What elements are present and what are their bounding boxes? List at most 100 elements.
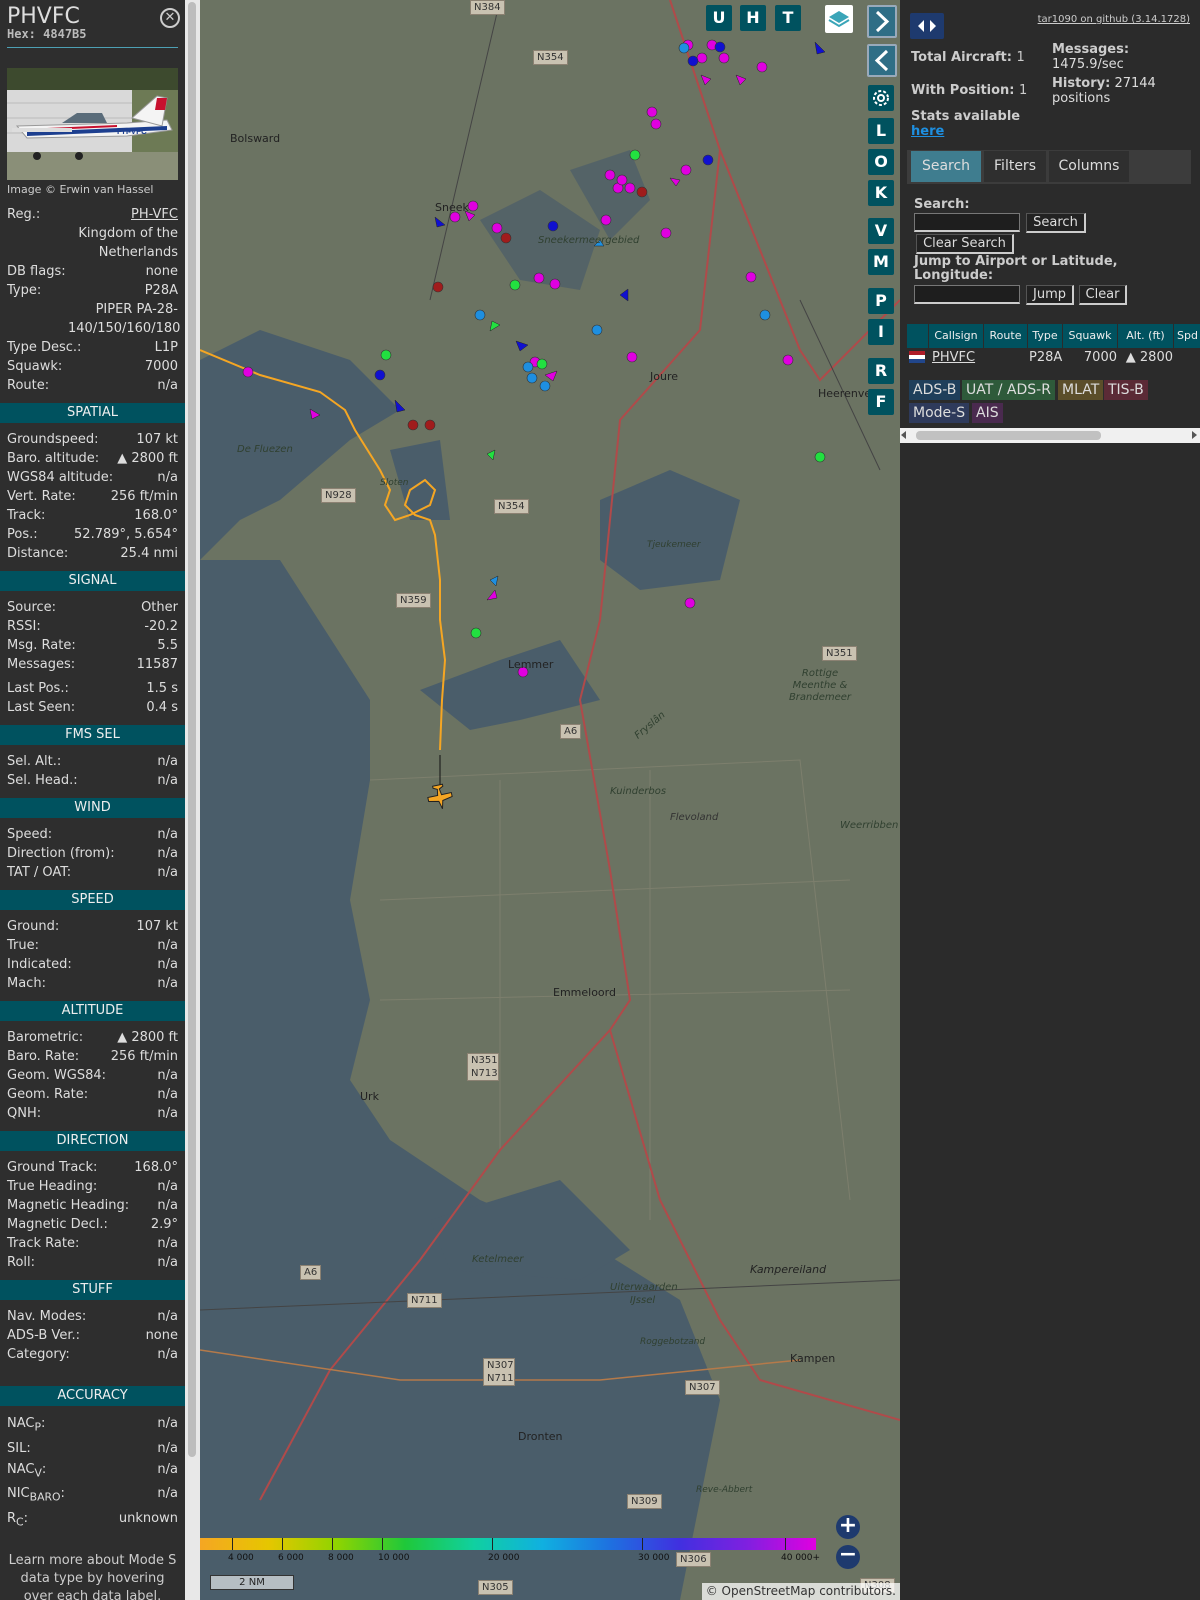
chevron-left-icon[interactable] <box>867 44 897 77</box>
search-button[interactable]: Search <box>1026 213 1086 233</box>
map-toggle-r-button[interactable]: R <box>868 358 894 384</box>
flag-column-header[interactable] <box>907 324 928 348</box>
map-toggle-m-button[interactable]: M <box>868 249 894 275</box>
source-chip-mlat[interactable]: MLAT <box>1058 380 1104 400</box>
aircraft-photo[interactable]: PH-VFC <box>7 68 178 180</box>
detail-label[interactable]: Magnetic Heading: <box>7 1196 129 1215</box>
plus-icon[interactable]: + <box>836 1515 860 1539</box>
detail-label[interactable]: Indicated: <box>7 955 72 974</box>
detail-label[interactable]: Pos.: <box>7 525 38 544</box>
detail-label[interactable]: Barometric: <box>7 1028 83 1047</box>
layers-icon[interactable] <box>825 5 853 33</box>
detail-label[interactable]: True: <box>7 936 39 955</box>
map-view[interactable]: Bolsward Sneek Sneekermeergebied Joure H… <box>200 0 900 1600</box>
column-header-speed[interactable]: Spd <box>1174 324 1200 348</box>
detail-label[interactable]: Ground: <box>7 917 59 936</box>
close-icon[interactable]: ✕ <box>160 8 180 28</box>
clear-search-button[interactable]: Clear Search <box>916 234 1014 254</box>
detail-label[interactable]: Speed: <box>7 825 52 844</box>
detail-row: Category: n/a <box>0 1345 185 1364</box>
column-header-callsign[interactable]: Callsign <box>929 324 983 348</box>
sidebar-scrollbar-thumb[interactable] <box>188 2 196 1457</box>
detail-label[interactable]: NICBARO: <box>7 1483 65 1508</box>
detail-label[interactable]: Baro. altitude: <box>7 449 99 468</box>
detail-label[interactable]: Distance: <box>7 544 68 563</box>
detail-label[interactable]: Geom. Rate: <box>7 1085 88 1104</box>
section-header-wind: WIND <box>0 798 185 818</box>
row-callsign[interactable]: PHVFC <box>932 348 975 367</box>
map-toggle-v-button[interactable]: V <box>868 218 894 244</box>
detail-label[interactable]: Direction (from): <box>7 844 115 863</box>
tab-columns[interactable]: Columns <box>1049 151 1129 182</box>
detail-label[interactable]: Magnetic Decl.: <box>7 1215 108 1234</box>
detail-label[interactable]: TAT / OAT: <box>7 863 71 882</box>
detail-label[interactable]: Baro. Rate: <box>7 1047 79 1066</box>
detail-label[interactable]: Vert. Rate: <box>7 487 76 506</box>
detail-label[interactable]: Roll: <box>7 1253 35 1272</box>
map-toggle-o-button[interactable]: O <box>868 149 894 175</box>
search-input[interactable] <box>914 213 1020 232</box>
jump-button[interactable]: Jump <box>1026 285 1074 305</box>
split-arrows-icon[interactable] <box>910 13 944 39</box>
tab-search[interactable]: Search <box>911 151 981 182</box>
map-toggle-u-button[interactable]: U <box>706 5 732 31</box>
stats-link[interactable]: here <box>911 124 1020 139</box>
map-attribution[interactable]: © OpenStreetMap contributors. <box>701 1583 900 1600</box>
detail-label[interactable]: WGS84 altitude: <box>7 468 113 487</box>
detail-label[interactable]: RSSI: <box>7 617 41 636</box>
source-chip-ais[interactable]: AIS <box>972 403 1003 423</box>
detail-label[interactable]: Nav. Modes: <box>7 1307 86 1326</box>
detail-label[interactable]: Category: <box>7 1345 70 1364</box>
column-header-route[interactable]: Route <box>984 324 1027 348</box>
source-chip-uat-ads-r[interactable]: UAT / ADS-R <box>962 380 1055 400</box>
map-toggle-t-button[interactable]: T <box>775 5 801 31</box>
jump-input[interactable] <box>914 285 1020 304</box>
column-header-squawk[interactable]: Squawk <box>1063 324 1117 348</box>
scroll-left-icon[interactable] <box>901 431 906 439</box>
detail-label[interactable]: SIL: <box>7 1438 31 1459</box>
detail-label[interactable]: Source: <box>7 598 56 617</box>
table-horizontal-scrollbar[interactable] <box>900 428 1200 443</box>
detail-label[interactable]: True Heading: <box>7 1177 97 1196</box>
detail-label[interactable]: Mach: <box>7 974 46 993</box>
map-toggle-p-button[interactable]: P <box>868 288 894 314</box>
map-toggle-f-button[interactable]: F <box>868 389 894 415</box>
map-toggle-k-button[interactable]: K <box>868 180 894 206</box>
source-chip-mode-s[interactable]: Mode-S <box>909 403 970 423</box>
detail-label[interactable]: Sel. Alt.: <box>7 752 61 771</box>
scrollbar-thumb[interactable] <box>916 431 1101 440</box>
map-toggle-i-button[interactable]: I <box>868 319 894 345</box>
version-link[interactable]: tar1090 on github (3.14.1728) <box>1038 14 1190 25</box>
clear-button[interactable]: Clear <box>1079 285 1127 305</box>
detail-label[interactable]: Groundspeed: <box>7 430 98 449</box>
detail-label[interactable]: Messages: <box>7 655 75 674</box>
map-toggle-l-button[interactable]: L <box>868 118 894 144</box>
detail-label[interactable]: Last Pos.: <box>7 679 69 698</box>
tab-filters[interactable]: Filters <box>984 151 1046 182</box>
road-sign: N351 N713 <box>467 1053 499 1081</box>
detail-label[interactable]: Last Seen: <box>7 698 75 717</box>
gear-icon[interactable] <box>868 85 894 111</box>
detail-label[interactable]: ADS-B Ver.: <box>7 1326 80 1345</box>
detail-label[interactable]: Sel. Head.: <box>7 771 78 790</box>
map-place-label: Kampereiland <box>750 1263 827 1276</box>
minus-icon[interactable]: − <box>836 1544 860 1569</box>
detail-label[interactable]: Track Rate: <box>7 1234 79 1253</box>
column-header-altitude[interactable]: Alt. (ft) <box>1118 324 1173 348</box>
detail-label[interactable]: RC: <box>7 1508 28 1533</box>
detail-label[interactable]: Msg. Rate: <box>7 636 76 655</box>
map-toggle-h-button[interactable]: H <box>740 5 766 31</box>
table-row[interactable]: PHVFC P28A 7000 ▲ 2800 <box>907 348 1200 367</box>
chevron-right-icon[interactable] <box>867 5 897 38</box>
info-value[interactable]: PH-VFC <box>131 205 178 224</box>
source-chip-ads-b[interactable]: ADS-B <box>909 380 961 400</box>
detail-label[interactable]: Geom. WGS84: <box>7 1066 106 1085</box>
detail-label[interactable]: Ground Track: <box>7 1158 97 1177</box>
source-chip-tis-b[interactable]: TIS-B <box>1104 380 1148 400</box>
scroll-right-icon[interactable] <box>1192 431 1197 439</box>
detail-label[interactable]: QNH: <box>7 1104 41 1123</box>
detail-label[interactable]: NACV: <box>7 1459 46 1484</box>
detail-label[interactable]: Track: <box>7 506 45 525</box>
column-header-type[interactable]: Type <box>1028 324 1062 348</box>
detail-label[interactable]: NACP: <box>7 1413 45 1438</box>
